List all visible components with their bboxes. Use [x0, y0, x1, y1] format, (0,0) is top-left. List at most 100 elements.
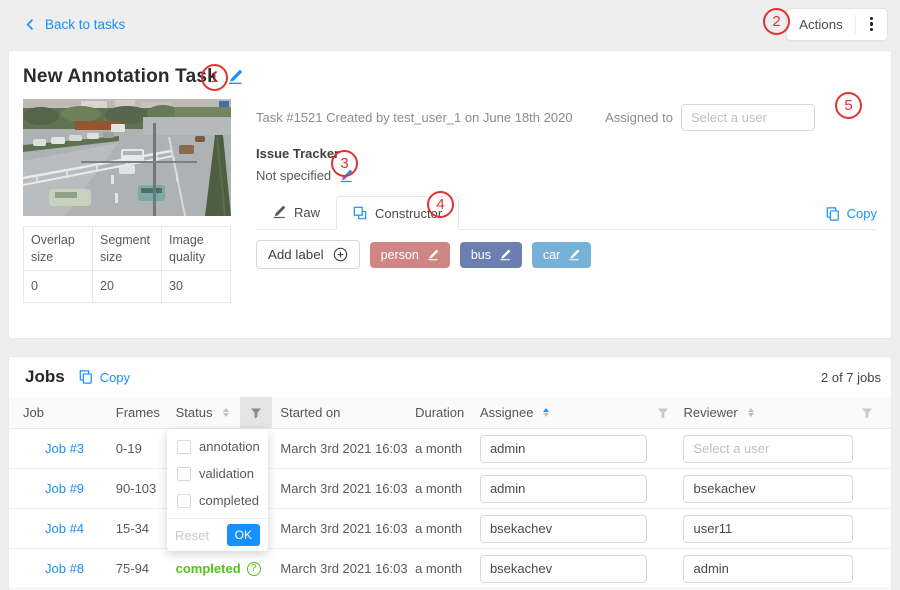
- jobs-card: Jobs Copy 2 of 7 jobs Job Frames Status: [8, 356, 892, 590]
- job-duration: a month: [412, 521, 478, 536]
- filter-option-annotation[interactable]: annotation: [167, 433, 268, 460]
- label-chip-bus[interactable]: bus: [460, 242, 522, 268]
- column-header-started: Started on: [272, 405, 412, 420]
- annotation-circle-3: 3: [331, 150, 358, 177]
- job-started: March 3rd 2021 16:03: [272, 481, 412, 496]
- job-link-9[interactable]: Job #9: [23, 481, 84, 496]
- filter-ok-button[interactable]: OK: [227, 524, 260, 546]
- plus-circle-icon: [333, 247, 348, 262]
- job-duration: a month: [412, 481, 478, 496]
- actions-button[interactable]: Actions: [786, 8, 888, 41]
- param-value-quality: 30: [162, 271, 231, 303]
- edit-label-car-icon[interactable]: [568, 249, 580, 261]
- copy-jobs-link[interactable]: Copy: [79, 370, 130, 385]
- task-meta-text: Task #1521 Created by test_user_1 on Jun…: [256, 110, 573, 125]
- job-started: March 3rd 2021 16:03: [272, 521, 412, 536]
- job-4-reviewer-input[interactable]: [683, 515, 853, 543]
- param-value-overlap: 0: [24, 271, 93, 303]
- edit-task-name-icon[interactable]: [227, 69, 243, 85]
- back-to-tasks-label: Back to tasks: [45, 17, 125, 32]
- copy-jobs-label: Copy: [100, 370, 130, 385]
- job-link-3[interactable]: Job #3: [23, 441, 84, 456]
- filter-option-validation[interactable]: validation: [167, 460, 268, 487]
- column-header-duration: Duration: [412, 405, 478, 420]
- issue-tracker-value: Not specified: [256, 168, 331, 183]
- sort-assignee-icon[interactable]: [543, 408, 549, 418]
- filter-reviewer-icon[interactable]: [861, 407, 873, 419]
- label-chip-person[interactable]: person: [370, 242, 450, 268]
- column-header-assignee[interactable]: Assignee: [480, 405, 549, 420]
- add-label-text: Add label: [268, 247, 324, 262]
- more-icon: [868, 17, 875, 32]
- jobs-table-header: Job Frames Status Started on Duration As…: [9, 397, 891, 429]
- param-header-segment: Segment size: [93, 227, 162, 271]
- checkbox-completed[interactable]: [177, 494, 191, 508]
- job-status: completed: [176, 561, 241, 576]
- block-icon: [353, 206, 367, 220]
- column-header-job: Job: [9, 405, 116, 420]
- task-title: New Annotation Task: [23, 66, 218, 88]
- back-to-tasks-link[interactable]: Back to tasks: [24, 17, 125, 32]
- job-duration: a month: [412, 561, 478, 576]
- checkbox-validation[interactable]: [177, 467, 191, 481]
- copy-labels-link[interactable]: Copy: [826, 206, 877, 229]
- annotation-circle-5: 5: [835, 92, 862, 119]
- job-row-4: Job #4 15-34 March 3rd 2021 16:03 a mont…: [9, 509, 891, 549]
- jobs-count: 2 of 7 jobs: [821, 370, 881, 385]
- filter-assignee-icon[interactable]: [657, 407, 669, 419]
- assigned-to-label: Assigned to: [605, 110, 673, 125]
- job-row-3: Job #3 0-19 March 3rd 2021 16:03 a month: [9, 429, 891, 469]
- task-preview-image: [23, 99, 231, 216]
- filter-reset-button[interactable]: Reset: [175, 528, 209, 543]
- annotation-circle-4: 4: [427, 191, 454, 218]
- column-header-reviewer[interactable]: Reviewer: [683, 405, 753, 420]
- param-header-overlap: Overlap size: [24, 227, 93, 271]
- labels-editor-tabs: Raw Constructor Copy: [256, 195, 877, 230]
- question-circle-icon[interactable]: [247, 562, 261, 576]
- job-started: March 3rd 2021 16:03: [272, 561, 412, 576]
- job-row-9: Job #9 90-103 March 3rd 2021 16:03 a mon…: [9, 469, 891, 509]
- job-4-assignee-input[interactable]: [480, 515, 647, 543]
- job-started: March 3rd 2021 16:03: [272, 441, 412, 456]
- status-filter-dropdown: annotation validation completed Reset OK: [167, 429, 268, 551]
- job-link-8[interactable]: Job #8: [23, 561, 84, 576]
- pencil-icon: [272, 205, 286, 219]
- param-value-segment: 20: [93, 271, 162, 303]
- column-header-frames: Frames: [116, 405, 176, 420]
- edit-label-bus-icon[interactable]: [499, 249, 511, 261]
- copy-icon: [79, 370, 93, 384]
- jobs-title: Jobs: [25, 367, 65, 387]
- button-divider: [855, 15, 856, 34]
- task-assignee-select[interactable]: [681, 104, 815, 131]
- job-frames: 75-94: [116, 561, 176, 576]
- param-header-quality: Image quality: [162, 227, 231, 271]
- label-chip-person-name: person: [381, 248, 419, 262]
- actions-label: Actions: [799, 17, 843, 32]
- column-header-status[interactable]: Status: [176, 405, 229, 420]
- job-9-assignee-input[interactable]: [480, 475, 647, 503]
- sort-status-icon[interactable]: [223, 408, 229, 418]
- copy-labels-label: Copy: [847, 206, 877, 221]
- chevron-left-icon: [24, 18, 37, 31]
- checkbox-annotation[interactable]: [177, 440, 191, 454]
- job-row-8: Job #8 75-94 completed March 3rd 2021 16…: [9, 549, 891, 589]
- label-chip-car[interactable]: car: [532, 242, 591, 268]
- job-3-assignee-input[interactable]: [480, 435, 647, 463]
- tab-raw[interactable]: Raw: [256, 195, 336, 229]
- job-3-reviewer-input[interactable]: [683, 435, 853, 463]
- annotation-circle-2: 2: [763, 8, 790, 35]
- filter-option-completed[interactable]: completed: [167, 487, 268, 514]
- sort-reviewer-icon[interactable]: [748, 408, 754, 418]
- job-duration: a month: [412, 441, 478, 456]
- filter-status-icon[interactable]: [240, 397, 272, 428]
- label-chip-car-name: car: [543, 248, 560, 262]
- add-label-button[interactable]: Add label: [256, 240, 360, 269]
- copy-icon: [826, 207, 840, 221]
- job-8-reviewer-input[interactable]: [683, 555, 853, 583]
- edit-label-person-icon[interactable]: [427, 249, 439, 261]
- job-link-4[interactable]: Job #4: [23, 521, 84, 536]
- job-9-reviewer-input[interactable]: [683, 475, 853, 503]
- task-parameters-table: Overlap size Segment size Image quality …: [23, 226, 231, 303]
- job-8-assignee-input[interactable]: [480, 555, 647, 583]
- label-chip-bus-name: bus: [471, 248, 491, 262]
